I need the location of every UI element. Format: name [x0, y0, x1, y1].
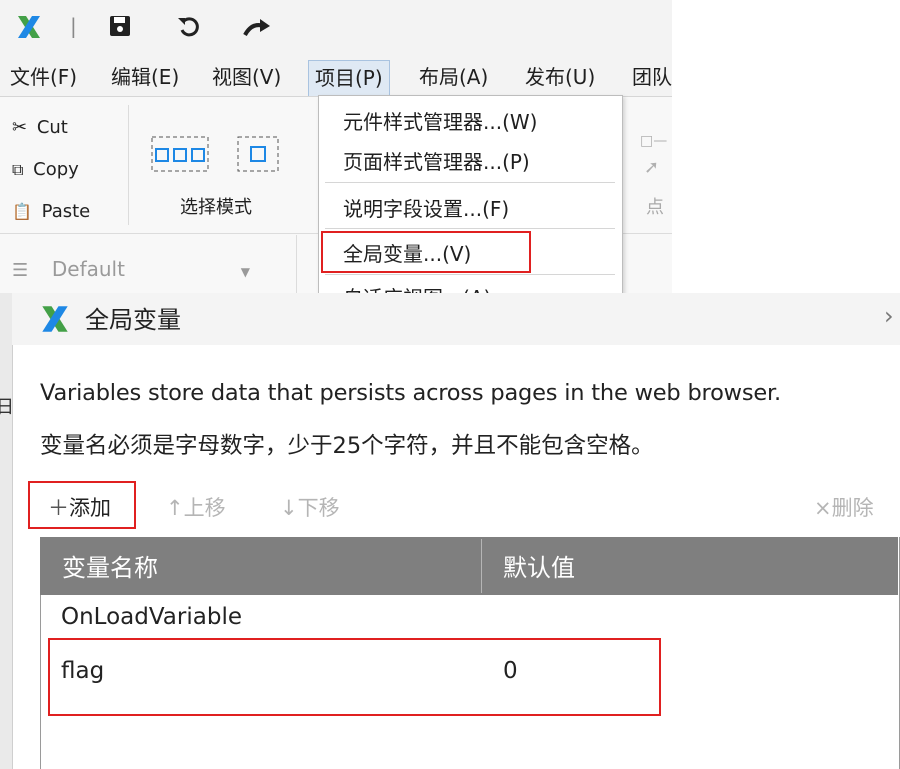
connector-icon[interactable]: □—	[640, 133, 667, 149]
move-up-button[interactable]: ↑上移	[166, 492, 226, 522]
menubar: 文件(F) 编辑(E) 视图(V) 项目(P) 布局(A) 发布(U) 团队	[0, 58, 672, 96]
menu-divider	[325, 182, 615, 183]
menu-item-widget-style-manager[interactable]: 元件样式管理器...(W)	[343, 106, 537, 135]
arrow-down-icon: ↓	[280, 496, 298, 520]
cut-label: Cut	[36, 117, 68, 138]
paste-button[interactable]: 📋 Paste	[12, 201, 90, 222]
chevron-right-icon[interactable]: ›	[884, 302, 894, 330]
menu-team[interactable]: 团队	[632, 58, 672, 96]
delete-label: 删除	[831, 496, 874, 520]
copy-button[interactable]: ⧉ Copy	[12, 159, 79, 180]
redo-icon[interactable]	[242, 16, 272, 42]
dialog-logo-icon	[40, 304, 70, 338]
menu-item-note-fields[interactable]: 说明字段设置...(F)	[343, 193, 509, 222]
undo-icon[interactable]	[176, 13, 202, 43]
highlight-box	[28, 481, 136, 529]
copy-icon: ⧉	[12, 160, 24, 179]
variable-name-cell: OnLoadVariable	[61, 604, 242, 630]
menu-divider	[325, 228, 615, 229]
partial-ribbon-label: 点	[646, 197, 664, 218]
project-menu-dropdown: 元件样式管理器...(W) 页面样式管理器...(P) 说明字段设置...(F)…	[318, 95, 623, 293]
paste-icon: 📋	[12, 202, 32, 221]
menu-project[interactable]: 项目(P)	[308, 60, 390, 96]
chevron-down-icon: ▼	[240, 265, 250, 279]
edge-text: 日	[0, 397, 14, 418]
toolbar-separator: |	[70, 14, 77, 38]
delete-button[interactable]: ×删除	[814, 492, 874, 522]
menu-edit[interactable]: 编辑(E)	[111, 58, 179, 96]
cut-button[interactable]: ✂ Cut	[12, 117, 68, 138]
select-mode-label: 选择模式	[180, 197, 252, 218]
style-icon: ☰	[12, 260, 29, 281]
select-intersect-icon[interactable]	[150, 135, 210, 177]
pointer-icon: ➚	[644, 157, 660, 178]
ribbon-divider	[128, 105, 129, 225]
menu-view[interactable]: 视图(V)	[212, 58, 281, 96]
column-divider	[481, 539, 482, 593]
table-header	[40, 537, 898, 595]
app-logo-icon	[16, 14, 42, 44]
menu-file[interactable]: 文件(F)	[10, 58, 77, 96]
description-english: Variables store data that persists acros…	[40, 380, 781, 406]
background-window-edge: 日	[0, 293, 14, 769]
description-chinese: 变量名必须是字母数字，少于25个字符，并且不能包含空格。	[40, 433, 654, 459]
move-down-label: 下移	[297, 496, 340, 520]
style-value: Default	[51, 257, 125, 281]
select-contained-icon[interactable]	[236, 135, 280, 177]
menu-item-adaptive-views[interactable]: 自适应视图...(A)	[343, 282, 491, 293]
table-row[interactable]: OnLoadVariable	[41, 598, 897, 640]
ribbon-divider	[296, 235, 297, 293]
menu-publish[interactable]: 发布(U)	[525, 58, 595, 96]
menu-divider	[325, 274, 615, 275]
paste-label: Paste	[41, 201, 91, 222]
close-icon: ×	[814, 496, 832, 520]
column-header-name[interactable]: 变量名称	[62, 548, 158, 583]
save-icon[interactable]	[108, 14, 132, 42]
quick-access-toolbar: |	[0, 0, 672, 58]
app-window-top: | 文件(F) 编辑(E) 视图(V) 项目(P) 布局(A) 发布(U) 团队…	[0, 0, 672, 293]
dialog-title: 全局变量	[85, 306, 181, 334]
scissors-icon: ✂	[12, 117, 28, 138]
column-header-default[interactable]: 默认值	[503, 548, 575, 583]
arrow-up-icon: ↑	[166, 496, 184, 520]
move-up-label: 上移	[183, 496, 226, 520]
copy-label: Copy	[33, 159, 79, 180]
highlight-box	[48, 638, 661, 716]
move-down-button[interactable]: ↓下移	[280, 492, 340, 522]
style-dropdown[interactable]: ☰ Default ▼	[12, 257, 250, 281]
menu-item-page-style-manager[interactable]: 页面样式管理器...(P)	[343, 146, 530, 175]
menu-layout[interactable]: 布局(A)	[419, 58, 488, 96]
highlight-box	[321, 231, 531, 273]
